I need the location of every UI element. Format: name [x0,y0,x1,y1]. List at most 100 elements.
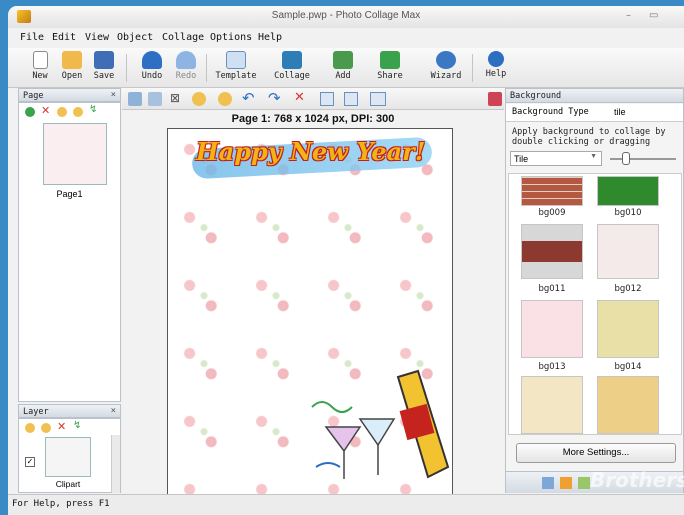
menu-view[interactable]: View [85,32,109,43]
mask-tab-icon[interactable] [578,477,590,489]
page-thumbnail-label: Page1 [56,189,83,199]
app-window: Sample.pwp - Photo Collage Max – ▭ File … [8,6,684,515]
clear-icon[interactable] [488,92,502,106]
toolbar-separator [126,54,127,82]
background-panel: Background Background Type tile Apply ba… [505,88,684,493]
page-down-icon[interactable] [73,107,83,117]
layer-scrollbar[interactable] [111,435,120,493]
menu-collage[interactable]: Collage [162,32,204,43]
bg013-thumbnail[interactable] [521,300,583,358]
page-up-icon[interactable] [57,107,67,117]
align-icon[interactable] [320,92,334,106]
background-gallery: bg009 bg010 bg011 bg012 bg013 bg014 [508,173,682,435]
wizard-icon [436,51,456,69]
opacity-slider-track[interactable] [610,158,676,160]
no-frame-icon[interactable]: ⊠ [170,91,180,105]
bg009-thumbnail[interactable] [521,176,583,206]
minimize-button[interactable]: – [626,10,631,21]
menu-object[interactable]: Object [117,32,153,43]
title-bar: Sample.pwp - Photo Collage Max – ▭ [8,6,684,28]
send-backward-icon[interactable] [218,92,232,106]
distribute-icon[interactable] [344,92,358,106]
status-bar: For Help, press F1 [8,494,684,515]
bg015-thumbnail[interactable] [521,376,583,434]
background-mode-select[interactable]: Tile ▼ [510,151,602,166]
delete-page-icon[interactable]: ✕ [41,104,50,117]
page-panel-header: Page × [18,88,121,102]
menu-help[interactable]: Help [258,32,282,43]
canvas-area: ⊠ ↶ ↷ ✕ Page 1: 768 x 1024 px, DPI: 300 … [122,88,504,495]
redo-button[interactable]: Redo [164,51,208,87]
page-panel-close-button[interactable]: × [111,90,116,100]
background-panel-header: Background [506,89,683,103]
rotate-right-icon[interactable]: ↷ [268,89,281,107]
collage-icon [282,51,302,69]
new-doc-icon [32,51,48,69]
more-settings-button[interactable]: More Settings... [516,443,676,463]
crop-icon[interactable] [148,92,162,106]
bring-forward-icon[interactable] [192,92,206,106]
refresh-icon[interactable]: ↯ [89,104,97,115]
maximize-button[interactable]: ▭ [649,10,658,21]
save-disk-icon [94,51,114,69]
champagne-clipart[interactable] [308,367,453,495]
layer-down-icon[interactable] [41,423,51,433]
bg011-thumbnail[interactable] [521,224,583,279]
bg012-thumbnail[interactable] [597,224,659,279]
page-panel: ✕ ↯ Page1 [18,102,121,402]
glass-right [358,418,396,447]
canvas-heading: Page 1: 768 x 1024 px, DPI: 300 [231,113,395,125]
resize-icon[interactable] [370,92,386,106]
collage-button[interactable]: Collage [270,51,314,87]
undo-icon [142,51,162,69]
menu-edit[interactable]: Edit [52,32,76,43]
frame-tab-icon[interactable] [560,477,572,489]
bg014-thumbnail[interactable] [597,300,659,358]
layer-visibility-checkbox[interactable]: ✓ [25,457,35,467]
rotate-left-icon[interactable]: ↶ [242,89,255,107]
help-button[interactable]: Help [474,51,518,87]
template-button[interactable]: Template [214,51,258,87]
bg010-label: bg010 [614,208,642,218]
share-icon [380,51,400,69]
layer-up-icon[interactable] [25,423,35,433]
chevron-down-icon: ▼ [590,153,597,160]
background-tab-icon[interactable] [542,477,554,489]
bg010-thumbnail[interactable] [597,176,659,206]
background-type-select[interactable]: tile [614,107,626,117]
page-thumbnail[interactable] [43,123,107,185]
bg009-label: bg009 [538,208,566,218]
save-button[interactable]: Save [82,51,126,87]
window-title: Sample.pwp - Photo Collage Max [271,10,421,21]
edit-toolbar: ⊠ ↶ ↷ ✕ [122,88,504,110]
page-panel-toolbar: ✕ ↯ [19,104,120,120]
bg016-thumbnail[interactable] [597,376,659,434]
add-page-icon[interactable] [25,107,35,117]
menu-options[interactable]: Options [210,32,252,43]
main-toolbar: New Open Save Undo Redo Template Collage [8,48,684,88]
layer-panel: ✕ ↯ ✓ Clipart [18,418,121,493]
collage-page[interactable]: Happy New Year! [167,128,453,495]
template-icon [226,51,246,69]
toolbar-separator [206,54,207,82]
layer-panel-close-button[interactable]: × [111,406,116,416]
refresh-layer-icon[interactable]: ↯ [73,420,81,431]
delete-layer-icon[interactable]: ✕ [57,420,66,433]
background-type-label: Background Type [512,107,589,117]
toolbar-separator [472,54,473,82]
delete-object-icon[interactable]: ✕ [294,90,305,105]
help-icon [488,51,504,67]
wizard-button[interactable]: Wizard [424,51,468,87]
share-button[interactable]: Share [368,51,412,87]
add-image-icon [333,51,353,69]
menu-file[interactable]: File [20,32,44,43]
layer-thumbnail-label: Clipart [55,479,81,489]
image-icon[interactable] [128,92,142,106]
layer-thumbnail[interactable] [45,437,91,477]
greeting-text[interactable]: Happy New Year! [196,137,425,166]
add-button[interactable]: Add [321,51,365,87]
layer-panel-toolbar: ✕ ↯ [19,420,120,436]
opacity-slider-thumb[interactable] [622,152,630,165]
open-folder-icon [62,51,82,69]
layer-panel-header: Layer × [18,404,121,418]
